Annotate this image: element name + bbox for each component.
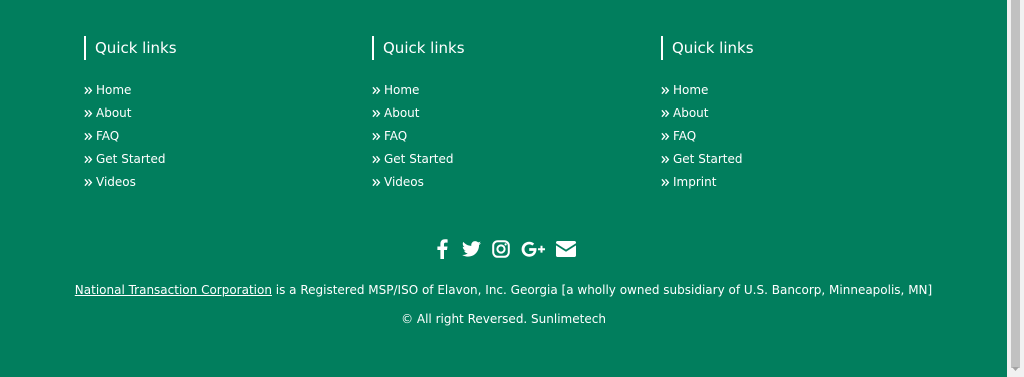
link-label: FAQ [96, 129, 120, 143]
footer-link-faq[interactable]: FAQ [661, 125, 911, 148]
double-chevron-right-icon [661, 86, 670, 95]
footer-link-faq[interactable]: FAQ [372, 125, 622, 148]
double-chevron-right-icon [84, 155, 93, 164]
link-list: Home About FAQ Get Started Videos [372, 79, 622, 194]
footer-link-get-started[interactable]: Get Started [372, 148, 622, 171]
scrollbar-thumb[interactable] [1011, 0, 1020, 368]
double-chevron-right-icon [661, 178, 670, 187]
link-label: About [96, 106, 132, 120]
footer-link-faq[interactable]: FAQ [84, 125, 334, 148]
double-chevron-right-icon [372, 86, 381, 95]
double-chevron-right-icon [661, 109, 670, 118]
footer-column-3: Quick links Home About FAQ Get Started I… [661, 36, 911, 194]
double-chevron-right-icon [372, 178, 381, 187]
footer-link-about[interactable]: About [372, 102, 622, 125]
company-link[interactable]: National Transaction Corporation [75, 283, 272, 297]
link-list: Home About FAQ Get Started Imprint [661, 79, 911, 194]
google-plus-icon[interactable] [516, 238, 552, 260]
link-label: Imprint [673, 175, 717, 189]
footer-link-imprint[interactable]: Imprint [661, 171, 911, 194]
link-label: Home [384, 83, 420, 97]
link-label: Get Started [96, 152, 166, 166]
link-label: FAQ [673, 129, 697, 143]
link-label: Home [673, 83, 709, 97]
link-label: Videos [384, 175, 424, 189]
double-chevron-right-icon [84, 86, 93, 95]
link-label: Get Started [384, 152, 454, 166]
double-chevron-right-icon [84, 132, 93, 141]
double-chevron-right-icon [84, 109, 93, 118]
site-footer: Quick links Home About FAQ Get Started V… [0, 0, 1007, 377]
link-label: About [673, 106, 709, 120]
instagram-icon[interactable] [486, 238, 516, 260]
email-icon[interactable] [552, 238, 580, 260]
double-chevron-right-icon [372, 132, 381, 141]
social-links [0, 238, 1007, 260]
link-label: FAQ [384, 129, 408, 143]
legal-notice: National Transaction Corporation is a Re… [0, 282, 1007, 298]
double-chevron-right-icon [372, 155, 381, 164]
link-label: Get Started [673, 152, 743, 166]
double-chevron-right-icon [84, 178, 93, 187]
footer-link-videos[interactable]: Videos [84, 171, 334, 194]
column-title: Quick links [372, 36, 622, 60]
double-chevron-right-icon [372, 109, 381, 118]
copyright-text: © All right Reversed. Sunlimetech [401, 312, 606, 326]
double-chevron-right-icon [661, 155, 670, 164]
legal-notice-text: is a Registered MSP/ISO of Elavon, Inc. … [271, 283, 933, 297]
footer-link-home[interactable]: Home [372, 79, 622, 102]
footer-link-home[interactable]: Home [84, 79, 334, 102]
link-label: Home [96, 83, 132, 97]
vertical-scrollbar[interactable] [1007, 0, 1024, 377]
twitter-icon[interactable] [458, 238, 486, 260]
footer-link-videos[interactable]: Videos [372, 171, 622, 194]
footer-link-about[interactable]: About [661, 102, 911, 125]
footer-link-home[interactable]: Home [661, 79, 911, 102]
footer-link-about[interactable]: About [84, 102, 334, 125]
footer-link-get-started[interactable]: Get Started [661, 148, 911, 171]
column-title: Quick links [661, 36, 911, 60]
column-title: Quick links [84, 36, 334, 60]
scroll-down-arrow-icon[interactable] [1007, 360, 1024, 377]
link-label: About [384, 106, 420, 120]
link-list: Home About FAQ Get Started Videos [84, 79, 334, 194]
footer-column-1: Quick links Home About FAQ Get Started V… [84, 36, 334, 194]
facebook-icon[interactable] [428, 238, 458, 260]
double-chevron-right-icon [661, 132, 670, 141]
link-label: Videos [96, 175, 136, 189]
footer-column-2: Quick links Home About FAQ Get Started V… [372, 36, 622, 194]
footer-link-get-started[interactable]: Get Started [84, 148, 334, 171]
